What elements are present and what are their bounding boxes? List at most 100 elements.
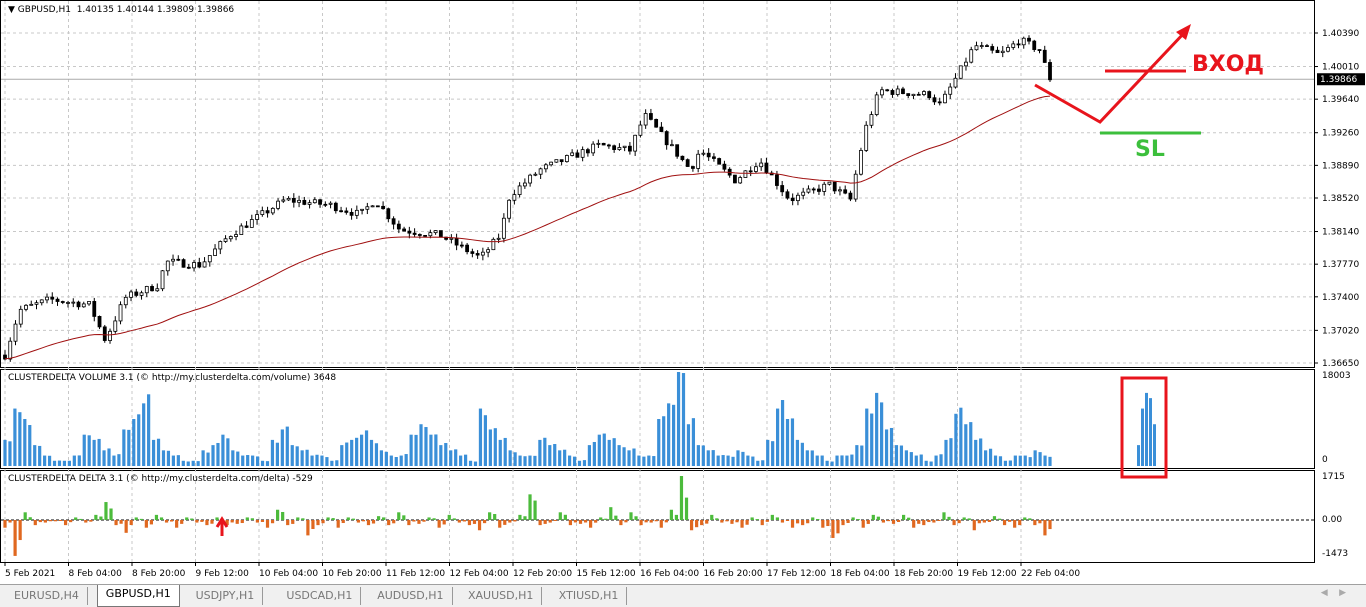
delta-bar [589,520,593,528]
time-tick-label: 19 Feb 12:00 [958,569,1017,579]
volume-bar [1153,424,1156,466]
candle-body [643,113,648,126]
volume-bar [845,455,849,466]
candle-body [202,261,207,268]
red-up-arrow-icon [215,516,229,536]
delta-bar [977,520,981,524]
delta-bar [265,520,270,528]
candle-body [407,230,412,234]
candle-body [491,238,496,251]
volume-bar [241,455,245,466]
time-tick-label: 22 Feb 04:00 [1021,569,1080,579]
volume-bar [954,413,958,466]
delta-bar [765,520,769,522]
delta-bar [634,516,638,520]
volume-bar [523,456,527,466]
volume-bar [52,460,57,466]
tab-eurusd-h4[interactable]: EURUSD,H4 [6,587,88,605]
delta-bar [831,520,835,538]
candle-body [228,236,233,240]
volume-bar [379,450,383,466]
candle-body [843,189,848,194]
candle-body [1032,40,1037,50]
candle-body [759,162,764,168]
volume-bar [686,424,691,466]
volume-bar [394,457,398,466]
candle-body [622,145,627,148]
delta-bar [447,514,451,520]
delta-bar [937,520,941,521]
candle-body [859,150,863,175]
time-tick-label: 8 Feb 04:00 [69,569,123,579]
candle-body [543,164,548,170]
candle-body [123,296,128,306]
volume-bar [637,455,641,466]
candle-body [454,237,459,246]
volume-bar [107,448,111,466]
candle-body [318,199,322,205]
delta-bar [684,497,689,520]
delta-bar [94,514,98,520]
tab-gbpusd-h1[interactable]: GBPUSD,H1 [96,585,180,607]
tab-scroll-arrows[interactable]: ◀ ▶ [1321,588,1346,598]
candle-body [192,262,196,269]
candle-body [937,101,942,104]
candle-body [323,203,328,206]
delta-bar [235,520,239,524]
volume-bar [62,460,67,466]
delta-bar [392,520,396,524]
tab-usdcad-h1[interactable]: USDCAD,H1 [278,587,362,605]
delta-bar [912,520,916,528]
candle-body [1021,37,1026,46]
candle-body [255,214,259,220]
candle-body [664,131,669,146]
volume-bar [463,454,468,466]
volume-bar [1141,408,1144,466]
candle-body [890,90,895,95]
candle-body [1006,47,1010,52]
candle-body [822,183,827,192]
volume-bar [246,455,250,466]
delta-bar [599,517,603,520]
volume-bar [166,450,171,466]
tab-xauusd-h1[interactable]: XAUUSD,H1 [460,587,543,605]
delta-bar [316,520,320,526]
delta-bar [558,512,562,520]
candle-body [696,153,701,169]
candle-body [585,149,590,154]
candle-body [654,118,659,128]
time-tick-label: 10 Feb 20:00 [323,569,382,579]
delta-bar [700,520,704,526]
volume-bar [260,460,265,466]
volume-bar [171,455,175,466]
candle-body [943,93,947,104]
chart-canvas[interactable]: 1.40390 1.40010 1.39640 1.39260 1.38890 1.385… [0,0,1366,584]
volume-bar [776,408,780,466]
delta-bar [33,520,37,526]
delta-bar [821,520,825,528]
volume-bar [949,438,953,466]
volume-bar [216,442,220,466]
tab-xtiusd-h1[interactable]: XTIUSD,H1 [551,587,628,605]
tab-usdjpy-h1[interactable]: USDJPY,H1 [188,587,264,605]
delta-bar [154,514,159,520]
volume-bar [117,454,121,466]
volume-bar [860,445,864,466]
candle-body [990,46,995,51]
candle-body [848,192,853,200]
volume-bar [265,461,270,466]
delta-bar [609,507,613,520]
volume-bar [147,394,151,466]
delta-bar [53,520,58,522]
volume-bar [67,460,71,466]
volume-bar [384,451,388,466]
candle-body [423,235,428,237]
price-tick-label: 1.36650 [1322,359,1359,369]
delta-bar [452,518,456,520]
candle-body [391,218,396,225]
tab-audusd-h1[interactable]: AUDUSD,H1 [369,587,453,605]
delta-bar [341,520,345,524]
candle-body [29,303,34,306]
delta-bar [795,520,800,524]
volume-bar [137,414,141,466]
